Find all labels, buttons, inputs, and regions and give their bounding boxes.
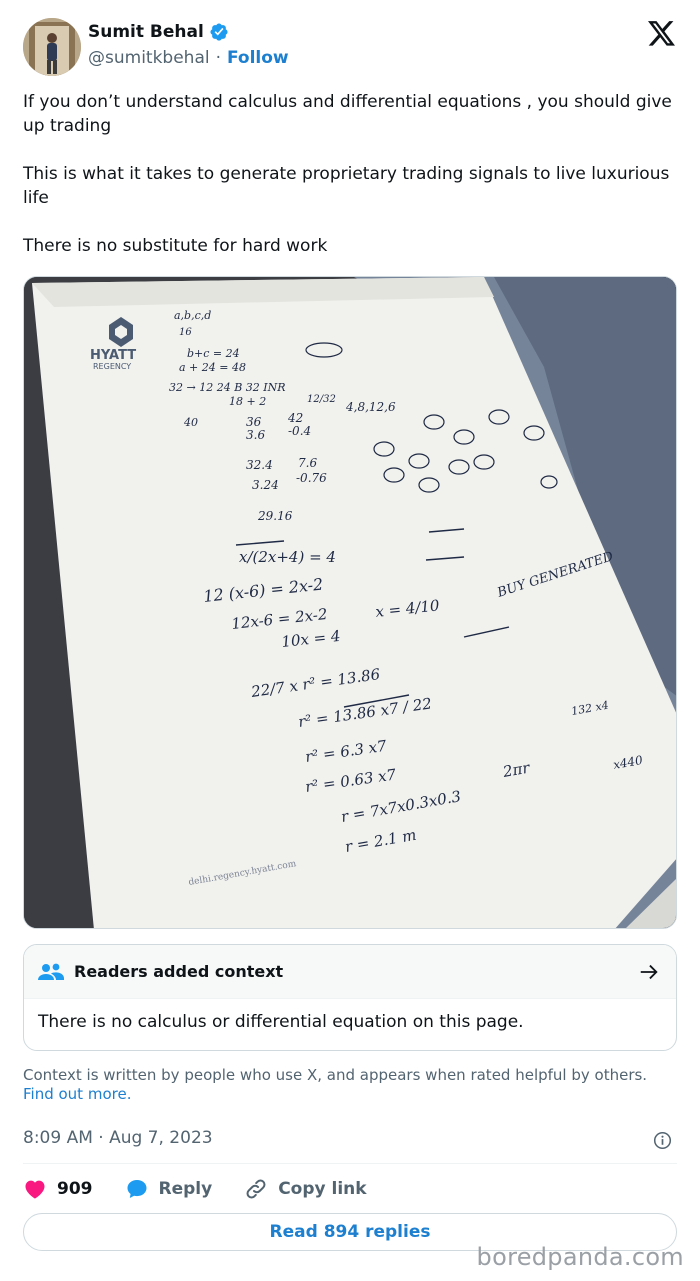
avatar[interactable]	[23, 18, 81, 76]
follow-button[interactable]: Follow	[227, 48, 289, 68]
svg-text:4,8,12,6: 4,8,12,6	[345, 400, 396, 414]
copy-link-label: Copy link	[278, 1179, 367, 1199]
tweet-timestamp[interactable]: 8:09 AM · Aug 7, 2023	[23, 1128, 213, 1148]
divider	[23, 1163, 677, 1164]
svg-text:16: 16	[179, 327, 192, 338]
svg-text:12/32: 12/32	[307, 394, 336, 405]
community-note-body: There is no calculus or differential equ…	[38, 1012, 524, 1032]
svg-text:40: 40	[183, 416, 198, 429]
hotel-logo-line1: HYATT	[90, 348, 136, 363]
verified-badge-icon	[210, 23, 228, 41]
tweet-photo[interactable]: HYATT REGENCY a,b,c,d 16 b+c = 24 a + 24…	[23, 276, 677, 929]
like-button[interactable]: 909	[23, 1177, 93, 1201]
handwritten-notes-photo: HYATT REGENCY a,b,c,d 16 b+c = 24 a + 24…	[24, 277, 676, 928]
tweet-text: If you don’t understand calculus and dif…	[23, 90, 673, 282]
svg-text:18 + 2: 18 + 2	[229, 395, 266, 408]
svg-text:a + 24 = 48: a + 24 = 48	[179, 361, 246, 374]
context-disclaimer: Context is written by people who use X, …	[23, 1066, 673, 1104]
tweet-paragraph: If you don’t understand calculus and dif…	[23, 92, 672, 136]
tweet-paragraph: This is what it takes to generate propri…	[23, 164, 670, 208]
author-name[interactable]: Sumit Behal	[88, 22, 204, 42]
community-note-title: Readers added context	[74, 962, 284, 981]
like-count: 909	[57, 1179, 93, 1199]
svg-text:36: 36	[246, 415, 262, 429]
community-note: Readers added context There is no calcul…	[23, 944, 677, 1051]
svg-text:b+c = 24: b+c = 24	[187, 347, 240, 360]
svg-text:a,b,c,d: a,b,c,d	[174, 309, 211, 322]
svg-text:32.4: 32.4	[246, 458, 273, 472]
speech-bubble-icon	[127, 1180, 146, 1198]
copy-link-button[interactable]: Copy link	[244, 1177, 367, 1201]
svg-text:-0.76: -0.76	[296, 471, 327, 485]
svg-text:29.16: 29.16	[257, 509, 293, 523]
heart-icon	[25, 1180, 45, 1199]
reply-label: Reply	[158, 1179, 213, 1199]
action-bar: 909 Reply Copy link	[23, 1176, 367, 1202]
author-name-row: Sumit Behal	[88, 22, 229, 42]
svg-text:x/(2x+4) = 4: x/(2x+4) = 4	[239, 548, 336, 566]
tweet-card: Sumit Behal @sumitkbehal · Follow If you…	[0, 0, 700, 1281]
svg-text:42: 42	[287, 411, 303, 425]
svg-text:3.6: 3.6	[246, 428, 265, 442]
svg-text:3.24: 3.24	[252, 478, 279, 492]
find-out-more-link[interactable]: Find out more.	[23, 1085, 131, 1103]
svg-text:-0.4: -0.4	[288, 424, 311, 438]
arrow-right-icon[interactable]	[638, 961, 660, 983]
author-handle-row: @sumitkbehal · Follow	[88, 48, 289, 68]
context-disclaimer-text: Context is written by people who use X, …	[23, 1066, 648, 1084]
info-icon[interactable]	[653, 1131, 672, 1150]
community-note-header[interactable]: Readers added context	[24, 945, 676, 999]
reply-button[interactable]: Reply	[125, 1177, 213, 1201]
source-watermark: boredpanda.com	[476, 1243, 684, 1271]
tweet-paragraph: There is no substitute for hard work	[23, 236, 328, 256]
hotel-logo-line2: REGENCY	[93, 362, 131, 371]
separator-dot: ·	[215, 48, 221, 68]
svg-text:7.6: 7.6	[298, 456, 317, 470]
people-icon	[38, 963, 64, 980]
x-logo-icon[interactable]	[648, 21, 676, 47]
link-icon	[246, 1179, 266, 1199]
svg-text:32 → 12 24 B 32 INR: 32 → 12 24 B 32 INR	[169, 381, 286, 394]
avatar-photo	[23, 18, 81, 76]
author-handle[interactable]: @sumitkbehal	[88, 48, 210, 68]
